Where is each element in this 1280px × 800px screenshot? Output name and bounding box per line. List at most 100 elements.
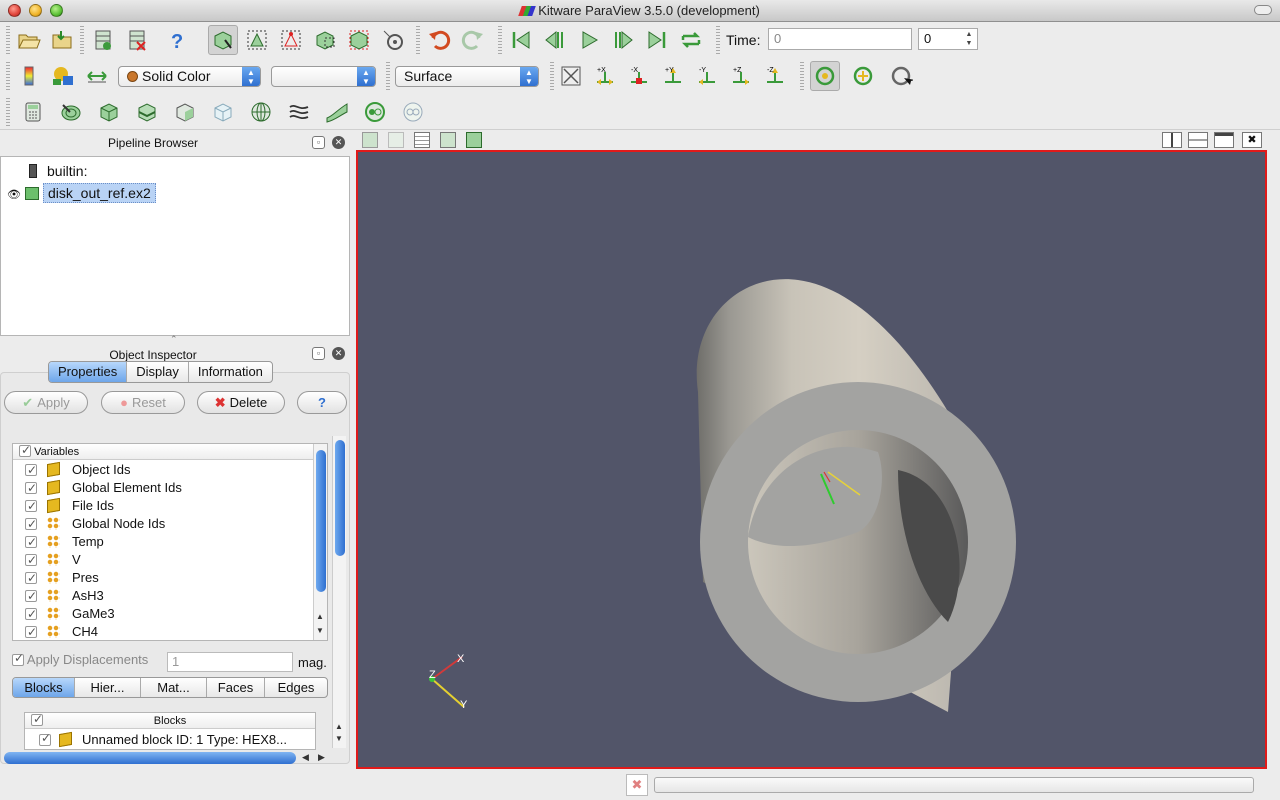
tab-blocks[interactable]: Blocks bbox=[13, 678, 75, 697]
select-points-frustum-icon[interactable] bbox=[344, 25, 374, 55]
variable-checkbox[interactable] bbox=[25, 605, 37, 623]
list-item[interactable]: Object Ids bbox=[25, 461, 131, 479]
list-item[interactable]: Pres bbox=[25, 569, 99, 587]
rescale-range-icon[interactable] bbox=[82, 61, 112, 91]
close-view-icon[interactable]: ✖ bbox=[1242, 132, 1262, 148]
extract-subset-icon[interactable] bbox=[208, 97, 238, 127]
list-item[interactable]: V bbox=[25, 551, 81, 569]
load-state-icon[interactable] bbox=[48, 25, 78, 55]
extract-level-icon[interactable] bbox=[398, 97, 428, 127]
color-by-select[interactable]: Solid Color ▲ ▼ bbox=[118, 66, 261, 87]
connect-server-icon[interactable] bbox=[88, 25, 118, 55]
color-map-editor-icon[interactable] bbox=[14, 61, 44, 91]
toolbar-grip[interactable] bbox=[716, 26, 720, 54]
toolbar-grip[interactable] bbox=[6, 26, 10, 54]
variable-checkbox[interactable] bbox=[25, 461, 37, 479]
select-cells-surface-icon[interactable] bbox=[242, 25, 272, 55]
tab-edges[interactable]: Edges bbox=[265, 678, 327, 697]
help-button[interactable]: ? bbox=[297, 391, 347, 414]
pipeline-close-icon[interactable]: ✕ bbox=[332, 136, 345, 149]
spin-arrows-icon[interactable]: ▲ ▼ bbox=[963, 30, 975, 48]
component-select[interactable]: ▲ ▼ bbox=[271, 66, 376, 87]
block-checkbox[interactable] bbox=[39, 731, 51, 746]
interact-mode-icon[interactable] bbox=[208, 25, 238, 55]
list-item[interactable]: Global Element Ids bbox=[25, 479, 182, 497]
view-minus-y-icon[interactable]: -Y bbox=[692, 61, 722, 91]
list-item[interactable]: GaMe3 bbox=[25, 605, 115, 623]
previous-frame-icon[interactable] bbox=[540, 25, 570, 55]
stream-tracer-icon[interactable] bbox=[284, 97, 314, 127]
scrollbar-thumb[interactable] bbox=[316, 450, 326, 592]
apply-button[interactable]: ✔ Apply bbox=[4, 391, 88, 414]
scroll-down-icon[interactable]: ▼ bbox=[316, 626, 324, 635]
split-vertical-icon[interactable] bbox=[1188, 132, 1208, 148]
toolbar-grip[interactable] bbox=[386, 62, 390, 90]
pick-center-icon[interactable] bbox=[886, 61, 916, 91]
calculator-icon[interactable] bbox=[18, 97, 48, 127]
variable-checkbox[interactable] bbox=[25, 515, 37, 533]
inspector-scrollbar[interactable]: ▲ ▼ bbox=[332, 436, 346, 748]
scrollbar-thumb[interactable] bbox=[335, 440, 345, 556]
spreadsheet-icon[interactable] bbox=[414, 132, 430, 148]
tab-information[interactable]: Information bbox=[189, 362, 272, 382]
list-item[interactable]: CH4 bbox=[25, 623, 98, 640]
pipeline-browser[interactable]: builtin: 👁 disk_out_ref.ex2 bbox=[0, 156, 350, 336]
abort-icon[interactable]: ✖ bbox=[626, 774, 648, 796]
clip-icon[interactable] bbox=[94, 97, 124, 127]
first-frame-icon[interactable] bbox=[506, 25, 536, 55]
split-horizontal-icon[interactable] bbox=[1162, 132, 1182, 148]
inspector-close-icon[interactable]: ✕ bbox=[332, 347, 345, 360]
apply-displacements-row[interactable]: Apply Displacements bbox=[12, 651, 148, 672]
variables-all-checkbox[interactable] bbox=[19, 444, 31, 458]
toolbar-grip[interactable] bbox=[80, 26, 84, 54]
toolbar-grip[interactable] bbox=[416, 26, 420, 54]
view-plus-x-icon[interactable]: +X bbox=[590, 61, 620, 91]
undo-icon[interactable] bbox=[424, 25, 454, 55]
last-frame-icon[interactable] bbox=[642, 25, 672, 55]
variable-checkbox[interactable] bbox=[25, 551, 37, 569]
open-file-icon[interactable] bbox=[14, 25, 44, 55]
render-canvas[interactable]: X Y Z bbox=[358, 152, 1265, 767]
play-icon[interactable] bbox=[574, 25, 604, 55]
scroll-up-icon[interactable]: ▲ bbox=[335, 722, 343, 731]
select-points-surface-icon[interactable] bbox=[276, 25, 306, 55]
glyph-icon[interactable] bbox=[246, 97, 276, 127]
camera-undo-icon[interactable] bbox=[362, 132, 378, 148]
apply-displacements-checkbox[interactable] bbox=[12, 651, 24, 666]
toolbar-grip[interactable] bbox=[6, 98, 10, 126]
select-block-icon[interactable] bbox=[378, 25, 408, 55]
eye-icon[interactable]: 👁 bbox=[7, 185, 21, 205]
next-frame-icon[interactable] bbox=[608, 25, 638, 55]
view-minus-x-icon[interactable]: -X bbox=[624, 61, 654, 91]
reset-button[interactable]: ● Reset bbox=[101, 391, 185, 414]
toolbar-grip[interactable] bbox=[6, 62, 10, 90]
blocks-list[interactable]: Blocks Unnamed block ID: 1 Type: HEX8... bbox=[24, 712, 316, 750]
tab-properties[interactable]: Properties bbox=[49, 362, 128, 382]
pipeline-item-reader[interactable]: 👁 disk_out_ref.ex2 bbox=[7, 183, 156, 203]
camera-redo-icon[interactable] bbox=[388, 132, 404, 148]
warp-by-vector-icon[interactable] bbox=[322, 97, 352, 127]
capture-icon[interactable] bbox=[440, 132, 456, 148]
scroll-right-icon[interactable]: ▶ bbox=[318, 752, 325, 763]
scroll-left-icon[interactable]: ◀ bbox=[302, 752, 309, 763]
time-input[interactable]: 0 bbox=[768, 28, 912, 50]
list-item[interactable]: AsH3 bbox=[25, 587, 104, 605]
loop-icon[interactable] bbox=[676, 25, 706, 55]
tab-materials[interactable]: Mat... bbox=[141, 678, 207, 697]
delete-button[interactable]: ✖ Delete bbox=[197, 391, 285, 414]
view-settings-icon[interactable] bbox=[466, 132, 482, 148]
list-item[interactable]: Temp bbox=[25, 533, 104, 551]
slice-icon[interactable] bbox=[132, 97, 162, 127]
pipeline-float-icon[interactable]: ▫ bbox=[312, 136, 325, 149]
time-step-spinbox[interactable]: 0 ▲ ▼ bbox=[918, 28, 978, 50]
view-plus-y-icon[interactable]: +Y bbox=[658, 61, 688, 91]
toolbar-grip[interactable] bbox=[550, 62, 554, 90]
toolbar-grip[interactable] bbox=[800, 62, 804, 90]
contour-icon[interactable] bbox=[56, 97, 86, 127]
reset-camera-icon[interactable] bbox=[556, 61, 586, 91]
variable-checkbox[interactable] bbox=[25, 479, 37, 497]
variables-scrollbar[interactable]: ▲ ▼ bbox=[313, 444, 327, 640]
variable-checkbox[interactable] bbox=[25, 623, 37, 640]
displacement-magnitude-input[interactable]: 1 bbox=[167, 652, 293, 672]
disconnect-server-icon[interactable] bbox=[122, 25, 152, 55]
